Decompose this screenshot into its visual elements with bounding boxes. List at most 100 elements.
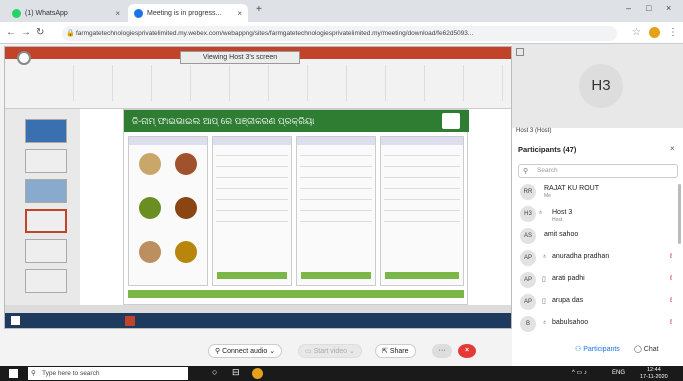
leave-button[interactable]: × [458,344,476,358]
new-tab-button[interactable]: + [256,4,262,15]
ppt-ribbon [5,59,511,109]
windows-taskbar: ⚲ Type here to search ○ ⊟ ^ ▭ ♪ ENG 12:4… [0,366,683,381]
taskbar-clock[interactable]: 12:44 17-11-2020 [640,367,668,380]
participant-search-input[interactable]: ⚲ Search [518,164,678,178]
logo-icon [442,113,460,129]
slide-title: ଜି-ନାମ୍ ଫାଇଭାଇଲ ଆପ୍ ରେ ପଞ୍ଜୀକରଣ ପ୍ରକ୍ରିୟ… [124,110,469,132]
avatar: AP [520,272,536,288]
connect-audio-button[interactable]: ⚲ Connect audio ⌄ [208,344,283,358]
participant-row[interactable]: AP ▯ arati padhi ℓ [520,270,675,290]
profile-icon[interactable] [649,27,660,38]
mic-icon: ♁ [538,209,544,216]
search-placeholder: Search [537,167,558,174]
slide-thumbnails [5,109,80,305]
slide-thumbnail[interactable] [25,119,67,143]
participant-name: RAJAT KU ROUT [544,185,599,192]
layout-icon[interactable] [516,48,524,56]
app-screen [212,136,292,286]
slide-thumbnail[interactable] [25,149,67,173]
device-icon: ▯ [542,276,546,283]
muted-mic-icon: ℓ [670,319,673,326]
star-icon[interactable]: ☆ [632,27,641,38]
share-icon: ⇱ [382,348,388,355]
search-icon: ⚲ [523,168,529,175]
close-icon[interactable]: × [670,144,675,153]
participant-name: anuradha pradhan [552,253,610,260]
tab-label: Meeting is in progress... [147,9,222,17]
participant-row[interactable]: H3 ♁ Host 3 Host [520,204,675,224]
close-tab-icon[interactable]: × [115,9,120,18]
scrollbar[interactable] [678,184,681,244]
current-slide: ଜି-ନାମ୍ ଫାଇଭାଇଲ ଆପ୍ ରେ ପଞ୍ଜୀକରଣ ପ୍ରକ୍ରିୟ… [123,109,469,305]
muted-mic-icon: ℓ [670,297,673,304]
task-view-icon[interactable]: ⊟ [232,367,240,378]
language-indicator[interactable]: ENG [612,370,625,376]
participant-row[interactable]: AP ▯ arupa das ℓ [520,292,675,312]
avatar: AS [520,228,536,244]
participant-name: babulsahoo [552,319,589,326]
app-screen [380,136,464,286]
powerpoint-icon [125,316,135,326]
tab-webex[interactable]: Meeting is in progress... × [128,4,248,22]
video-icon: ▭ [305,348,312,355]
video-tile: H3 [512,44,683,128]
audio-icon: ⚲ [215,348,221,355]
participant-name: amit sahoo [544,231,579,238]
muted-mic-icon: ℓ [670,253,673,260]
windows-icon [11,316,20,325]
slide-thumbnail[interactable] [25,269,67,293]
share-button[interactable]: ⇱ Share [375,344,416,358]
participant-row[interactable]: AP ♁ anuradha pradhan ℓ [520,248,675,268]
search-icon: ⚲ [31,370,36,377]
viewing-screen-label: Viewing Host 3's screen [180,51,300,64]
muted-mic-icon: ℓ [670,275,673,282]
avatar: H3 [520,206,536,222]
presenter-avatar [17,51,31,65]
lock-icon: 🔒 [66,30,75,37]
app-screen [296,136,376,286]
url-text: farmgatetechnologiesprivatelimited.my.we… [76,30,474,37]
start-video-button[interactable]: ▭ Start video ⌄ [298,344,362,358]
avatar: B [520,316,536,332]
windows-start-icon[interactable] [9,369,18,378]
app-screen [128,136,208,286]
url-input[interactable]: 🔒 farmgatetechnologiesprivatelimited.my.… [62,26,617,41]
forward-icon[interactable]: → [21,27,31,38]
slide-thumbnail[interactable] [25,209,67,233]
chrome-icon[interactable] [252,368,263,379]
tab-whatsapp[interactable]: (1) WhatsApp × [6,4,126,22]
shared-screen: Viewing Host 3's screen ଜି-ନାମ୍ ଫାଇଭାଇଲ … [4,46,512,329]
panel-footer: ⚇ Participants ◯ Chat [512,336,683,366]
slide-thumbnail[interactable] [25,179,67,203]
avatar: AP [520,250,536,266]
device-icon: ▯ [542,298,546,305]
participant-row[interactable]: B ♁ babulsahoo ℓ [520,314,675,334]
webex-icon [134,8,143,18]
more-button[interactable]: ··· [432,344,452,358]
participant-row[interactable]: AS amit sahoo [520,226,675,246]
taskbar-search-input[interactable]: ⚲ Type here to search [28,367,188,380]
tile-label: Host 3 (Host) [516,128,552,134]
taskbar-search-placeholder: Type here to search [42,370,100,377]
mic-icon: ♁ [542,253,548,260]
slide-footer [128,290,464,298]
close-tab-icon[interactable]: × [237,9,242,18]
address-bar-row: ← → ↻ 🔒 farmgatetechnologiesprivatelimit… [0,22,683,44]
maximize-icon[interactable]: □ [646,3,651,13]
close-window-icon[interactable]: × [666,3,671,13]
presenter-taskbar [5,313,511,328]
chat-button[interactable]: ◯ Chat [634,345,659,353]
participant-row[interactable]: RR RAJAT KU ROUT Me [520,182,675,202]
host-avatar: H3 [579,64,623,108]
reload-icon[interactable]: ↻ [36,27,44,38]
back-icon[interactable]: ← [6,27,16,38]
ppt-status-bar [5,305,511,313]
cortana-icon[interactable]: ○ [212,367,217,377]
slide-thumbnail[interactable] [25,239,67,263]
participant-role: Me [544,193,551,199]
participants-button[interactable]: ⚇ Participants [575,345,620,353]
minimize-icon[interactable]: – [626,3,631,13]
whatsapp-icon [12,8,21,18]
avatar: RR [520,184,536,200]
menu-icon[interactable]: ⋮ [668,27,678,38]
